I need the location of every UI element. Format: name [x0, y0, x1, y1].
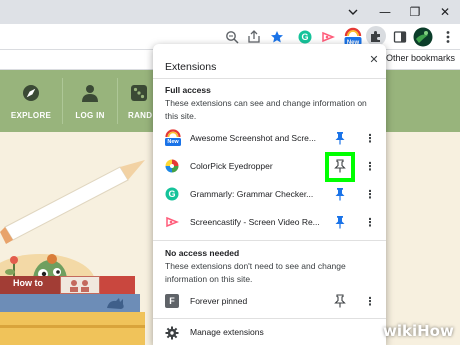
pin-outline-icon[interactable] [333, 294, 347, 308]
more-options-icon[interactable]: ⋮ [365, 294, 376, 308]
extension-row-forever-pinned[interactable]: F Forever pinned ⋮ [153, 288, 386, 314]
extension-row-grammarly[interactable]: G Grammarly: Grammar Checker... ⋮ [153, 181, 386, 207]
more-options-icon[interactable]: ⋮ [365, 215, 376, 229]
new-badge: New [167, 139, 179, 145]
popup-title: Extensions [165, 61, 217, 73]
restore-button[interactable]: ❐ [400, 0, 430, 24]
close-window-button[interactable]: ✕ [430, 0, 460, 24]
menu-icon[interactable] [440, 29, 456, 45]
pin-icon[interactable] [333, 215, 347, 229]
cat-icon [105, 296, 127, 310]
highlight-box [325, 152, 355, 182]
divider [153, 318, 386, 319]
divider [153, 78, 386, 79]
colorpick-icon [165, 159, 179, 173]
divider [153, 240, 386, 241]
extension-name: Awesome Screenshot and Scre... [190, 133, 316, 143]
close-icon[interactable]: ✕ [367, 52, 381, 66]
puzzle-icon[interactable] [366, 26, 386, 46]
other-bookmarks[interactable]: Other bookmarks [386, 53, 455, 63]
more-options-icon[interactable]: ⋮ [365, 131, 376, 145]
book-spine [0, 312, 145, 345]
pin-icon[interactable] [333, 131, 347, 145]
star-icon[interactable] [269, 29, 285, 45]
extension-name: Screencastify - Screen Video Re... [190, 217, 320, 227]
forever-pinned-icon: F [165, 294, 179, 308]
extension-name: ColorPick Eyedropper [190, 161, 273, 171]
extension-name: Forever pinned [190, 296, 248, 306]
dice-icon [128, 82, 150, 104]
chevron-down-icon[interactable] [338, 0, 368, 24]
extension-row-awesome-screenshot[interactable]: New Awesome Screenshot and Scre... ⋮ [153, 125, 386, 151]
title-bar: — ❐ ✕ [0, 0, 460, 24]
nav-label: EXPLORE [10, 111, 52, 120]
nav-label: RAND [128, 111, 153, 120]
person-icon [79, 82, 101, 104]
book-label: How to [13, 278, 43, 288]
section-description: These extensions can see and change info… [165, 98, 367, 121]
compass-icon [20, 82, 42, 104]
extension-row-screencastify[interactable]: Screencastify - Screen Video Re... ⋮ [153, 209, 386, 235]
nav-explore[interactable]: EXPLORE [0, 70, 62, 132]
more-options-icon[interactable]: ⋮ [365, 187, 376, 201]
extensions-popup: Extensions ✕ Full access These extension… [153, 44, 386, 345]
gear-icon [165, 326, 179, 340]
nav-label: LOG IN [75, 111, 105, 120]
grammarly-icon[interactable]: G [297, 29, 313, 45]
book-emblem [60, 276, 100, 294]
section-heading-full-access: Full access [165, 85, 211, 95]
screencastify-icon[interactable] [320, 29, 336, 45]
wikihow-watermark: wikiHow [383, 322, 454, 340]
more-options-icon[interactable]: ⋮ [365, 159, 376, 173]
screencastify-icon [165, 215, 180, 229]
manage-extensions-button[interactable]: Manage extensions [153, 322, 386, 344]
manage-extensions-label: Manage extensions [190, 327, 264, 337]
sidebar-icon[interactable] [392, 29, 408, 45]
zoom-icon[interactable] [224, 29, 240, 45]
section-heading-no-access: No access needed [165, 248, 240, 258]
extension-name: Grammarly: Grammar Checker... [190, 189, 314, 199]
share-icon[interactable] [246, 29, 262, 45]
profile-icon[interactable] [413, 27, 433, 47]
minimize-button[interactable]: — [370, 0, 400, 24]
book-stripe [0, 325, 145, 328]
grammarly-icon: G [165, 187, 179, 201]
svg-text:G: G [168, 189, 175, 199]
svg-text:G: G [301, 32, 308, 42]
pin-icon[interactable] [333, 187, 347, 201]
section-description: These extensions don't need to see and c… [165, 261, 346, 284]
book-spine [100, 276, 135, 294]
nav-log-in[interactable]: LOG IN [63, 70, 117, 132]
